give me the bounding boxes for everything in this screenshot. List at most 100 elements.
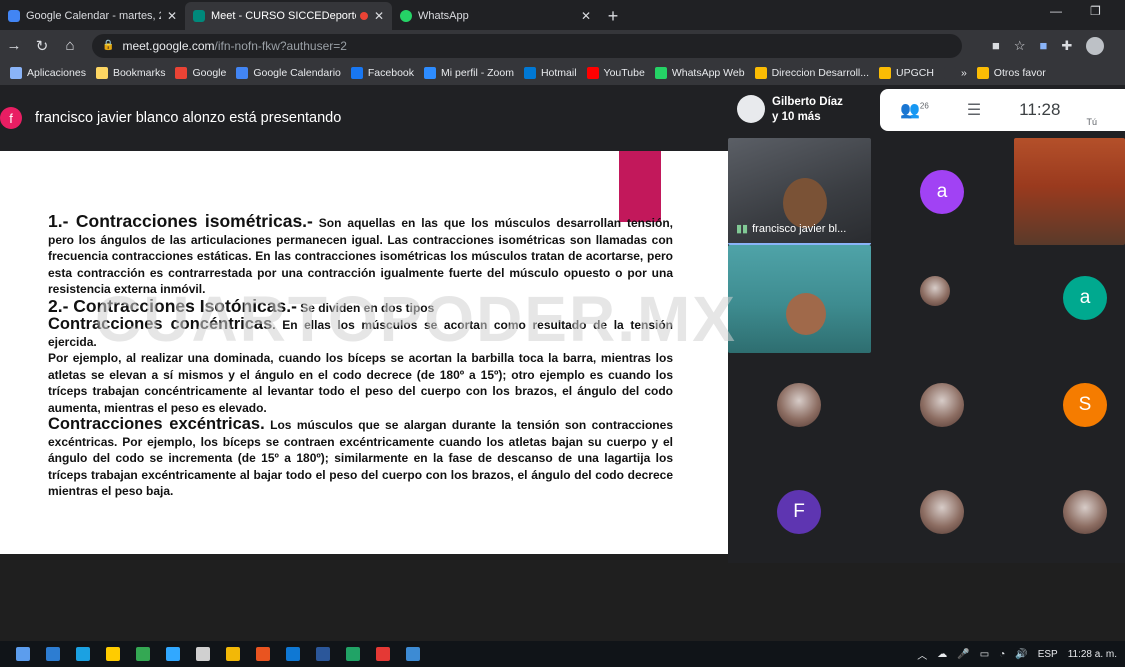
- bookmark-item[interactable]: UPGCH: [879, 67, 934, 79]
- bookmark-item[interactable]: Hotmail: [523, 67, 577, 79]
- close-tab-icon[interactable]: ✕: [374, 9, 384, 23]
- people-button[interactable]: 👥26: [900, 100, 929, 120]
- participant-avatar-s[interactable]: S: [1063, 383, 1107, 427]
- minimize-icon[interactable]: —: [1050, 4, 1062, 18]
- bookmark-item[interactable]: Mi perfil - Zoom: [424, 67, 514, 79]
- heading-eccentric: Contracciones excéntricas.: [48, 415, 265, 433]
- home-icon[interactable]: ⌂: [56, 37, 84, 54]
- address-bar[interactable]: 🔒 meet.google.com /ifn-nofn-fkw?authuser…: [92, 33, 962, 58]
- taskbar-app-icon[interactable]: [16, 647, 30, 661]
- bookmark-item[interactable]: Direccion Desarroll...: [754, 67, 870, 79]
- bookmark-icon: [976, 67, 989, 79]
- bookmark-label: Direccion Desarroll...: [771, 67, 870, 79]
- taskbar-clock[interactable]: 11:28 a. m.: [1068, 649, 1117, 660]
- bookmark-item[interactable]: YouTube: [586, 67, 645, 79]
- bookmark-item[interactable]: Google: [175, 67, 226, 79]
- taskbar-app-icon[interactable]: [406, 647, 420, 661]
- extensions-icon[interactable]: ✚: [1061, 38, 1072, 54]
- lock-icon: 🔒: [102, 40, 115, 51]
- taskbar-app-icon[interactable]: [346, 647, 360, 661]
- heading-isometric: 1.- Contracciones isométricas.-: [48, 211, 313, 231]
- bookmark-item[interactable]: Google Calendario: [236, 67, 341, 79]
- participant-avatar-a[interactable]: a: [1063, 276, 1107, 320]
- bookmark-icon: [654, 67, 667, 79]
- bookmark-item[interactable]: Facebook: [350, 67, 414, 79]
- participant-tile-video[interactable]: [728, 245, 871, 353]
- bookmark-item[interactable]: »: [943, 67, 967, 79]
- battery-icon[interactable]: ▭: [980, 649, 989, 660]
- taskbar-app-icon[interactable]: [46, 647, 60, 661]
- taskbar-app-icon[interactable]: [256, 647, 270, 661]
- bookmarks-bar: Aplicaciones Bookmarks Google Google Calend…: [0, 61, 1125, 85]
- participant-avatar-photo[interactable]: [920, 490, 964, 534]
- bookmark-icon: [879, 67, 892, 79]
- slide-document: 1.- Contracciones isométricas.- Son aque…: [48, 211, 673, 500]
- participant-avatar-photo[interactable]: [920, 383, 964, 427]
- new-tab-button[interactable]: +: [599, 2, 627, 30]
- bookmark-item[interactable]: Aplicaciones: [10, 67, 86, 79]
- participant-avatar-a[interactable]: a: [920, 170, 964, 214]
- profile-avatar[interactable]: [1086, 36, 1105, 55]
- shared-slide: 1.- Contracciones isométricas.- Son aque…: [0, 151, 728, 554]
- recording-dot-icon: [359, 12, 368, 20]
- taskbar-app-icon[interactable]: [286, 647, 300, 661]
- network-icon[interactable]: ☁: [937, 649, 947, 660]
- whatsapp-favicon-icon: [400, 10, 412, 22]
- taskbar-app-icon[interactable]: [136, 647, 150, 661]
- language-indicator[interactable]: ESP: [1038, 649, 1058, 660]
- tab-whatsapp[interactable]: WhatsApp ✕: [392, 2, 599, 30]
- bookmark-icon: [175, 67, 188, 79]
- tab-label: Meet - CURSO SICCEDeporte: [211, 10, 356, 22]
- restore-icon[interactable]: ❐: [1090, 4, 1101, 18]
- taskbar-app-icon[interactable]: [76, 647, 90, 661]
- volume-icon[interactable]: 🔊: [1015, 649, 1027, 660]
- bookmark-icon: [523, 67, 536, 79]
- bookmark-item[interactable]: Bookmarks: [95, 67, 166, 79]
- screen: Google Calendar - martes, 21 de ✕ Meet -…: [0, 0, 1125, 667]
- microphone-icon[interactable]: 🎤: [957, 649, 969, 660]
- speaking-icon: ▮▮: [736, 223, 749, 235]
- participant-tile-video[interactable]: [1014, 138, 1125, 245]
- bookmark-label: YouTube: [603, 67, 645, 79]
- participant-avatar-photo[interactable]: [1063, 490, 1107, 534]
- participant-avatar-photo[interactable]: [777, 383, 821, 427]
- meeting-clock: 11:28: [1019, 100, 1061, 119]
- bookmark-item[interactable]: WhatsApp Web: [654, 67, 745, 79]
- bookmark-label: Mi perfil - Zoom: [441, 67, 514, 79]
- close-tab-icon[interactable]: ✕: [581, 9, 591, 23]
- taskbar-app-icon[interactable]: [376, 647, 390, 661]
- camera-icon[interactable]: ■: [992, 38, 1000, 53]
- self-label: Tú: [1086, 117, 1097, 127]
- chat-icon[interactable]: ☰: [967, 100, 981, 120]
- participant-avatar-photo[interactable]: [920, 276, 950, 306]
- presenter-bar: f francisco javier blanco alonzo está pr…: [0, 85, 728, 151]
- bookmark-icon: [586, 67, 599, 79]
- participant-tile-presenter[interactable]: ▮▮ francisco javier bl...: [728, 138, 871, 245]
- taskbar-app-icon[interactable]: [316, 647, 330, 661]
- bookmark-icon: [236, 67, 249, 79]
- tab-google-calendar[interactable]: Google Calendar - martes, 21 de ✕: [0, 2, 185, 30]
- host-avatar: [737, 95, 765, 123]
- system-tray: ︿ ☁ 🎤 ▭ ◔ 🔊 ESP 11:28 a. m.: [917, 641, 1117, 667]
- taskbar-app-icon[interactable]: [196, 647, 210, 661]
- close-tab-icon[interactable]: ✕: [167, 9, 177, 23]
- zoom-extension-icon[interactable]: ■: [1040, 38, 1048, 53]
- participant-avatar-f[interactable]: F: [777, 490, 821, 534]
- bookmark-icon: [95, 67, 108, 79]
- participant-face: [783, 178, 827, 228]
- taskbar-app-icon[interactable]: [166, 647, 180, 661]
- toolbar-actions: ■ ☆ ■ ✚: [992, 36, 1105, 55]
- bookmark-label: »: [960, 67, 967, 79]
- forward-icon[interactable]: →: [0, 37, 28, 54]
- reload-icon[interactable]: ↻: [28, 37, 56, 55]
- meet-info-bar: 👥26 ☰ 11:28 Tú: [880, 89, 1125, 131]
- bookmark-item[interactable]: Otros favor: [976, 67, 1046, 79]
- participant-count: 26: [919, 101, 929, 111]
- tab-meet[interactable]: Meet - CURSO SICCEDeporte ✕: [185, 2, 392, 30]
- wifi-icon[interactable]: ◔: [999, 649, 1005, 660]
- chevron-up-icon[interactable]: ︿: [917, 647, 927, 662]
- star-icon[interactable]: ☆: [1014, 38, 1026, 54]
- taskbar-app-icon[interactable]: [106, 647, 120, 661]
- taskbar-app-icon[interactable]: [226, 647, 240, 661]
- bookmark-label: Bookmarks: [112, 67, 166, 79]
